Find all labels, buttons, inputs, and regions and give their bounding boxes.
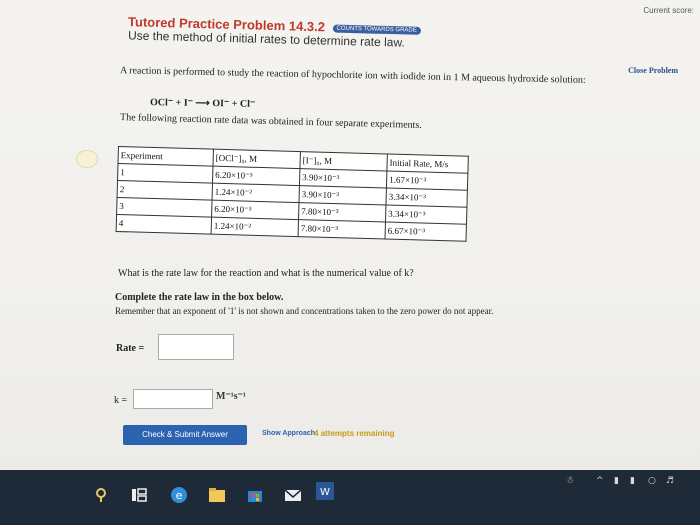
- check-submit-button[interactable]: Check & Submit Answer: [123, 425, 247, 445]
- rate-data-table: Experiment [OCl⁻]₀, M [I⁻]₀, M Initial R…: [115, 146, 469, 242]
- k-value-input[interactable]: [133, 389, 213, 409]
- store-icon[interactable]: [246, 486, 264, 504]
- k-units: M⁻¹s⁻¹: [216, 391, 246, 402]
- volume-icon[interactable]: ♬: [666, 476, 674, 486]
- show-approach-link[interactable]: Show Approach: [262, 430, 315, 437]
- instruction-remember: Remember that an exponent of '1' is not …: [115, 306, 494, 316]
- file-explorer-icon[interactable]: [208, 486, 226, 504]
- wifi-icon[interactable]: ○: [648, 476, 656, 486]
- current-score: Current score:: [643, 6, 694, 15]
- reaction-equation: OCl⁻ + I⁻ ⟶ OI⁻ + Cl⁻: [149, 97, 256, 110]
- instruction-complete: Complete the rate law in the box below.: [115, 292, 284, 303]
- edge-icon[interactable]: e: [170, 486, 188, 504]
- battery-icon: ▮: [614, 476, 619, 486]
- focus-indicator: [76, 150, 98, 168]
- network-icon[interactable]: ▮: [630, 476, 635, 486]
- table-cell: 7.80×10⁻³: [298, 219, 386, 239]
- chevron-up-icon[interactable]: ^: [596, 476, 604, 486]
- table-cell: 4: [116, 214, 212, 235]
- search-icon[interactable]: [92, 486, 110, 504]
- word-icon[interactable]: W: [316, 482, 334, 500]
- rate-label: Rate =: [116, 343, 145, 354]
- table-cell: 1.24×10⁻²: [211, 217, 299, 237]
- svg-text:e: e: [176, 489, 183, 502]
- attempts-remaining: 4 attempts remaining: [314, 429, 395, 438]
- mail-icon[interactable]: [284, 486, 302, 504]
- task-view-icon[interactable]: [130, 486, 148, 504]
- table-cell: 6.67×10⁻³: [385, 221, 467, 242]
- word-icon-label: W: [320, 487, 330, 498]
- close-problem-link[interactable]: Close Problem: [628, 66, 678, 75]
- k-label: k =: [114, 395, 128, 406]
- people-icon[interactable]: ☃: [566, 476, 574, 486]
- counts-badge: COUNTS TOWARDS GRADE: [332, 24, 421, 35]
- rate-law-input[interactable]: [158, 334, 234, 360]
- question-text: What is the rate law for the reaction an…: [118, 268, 414, 279]
